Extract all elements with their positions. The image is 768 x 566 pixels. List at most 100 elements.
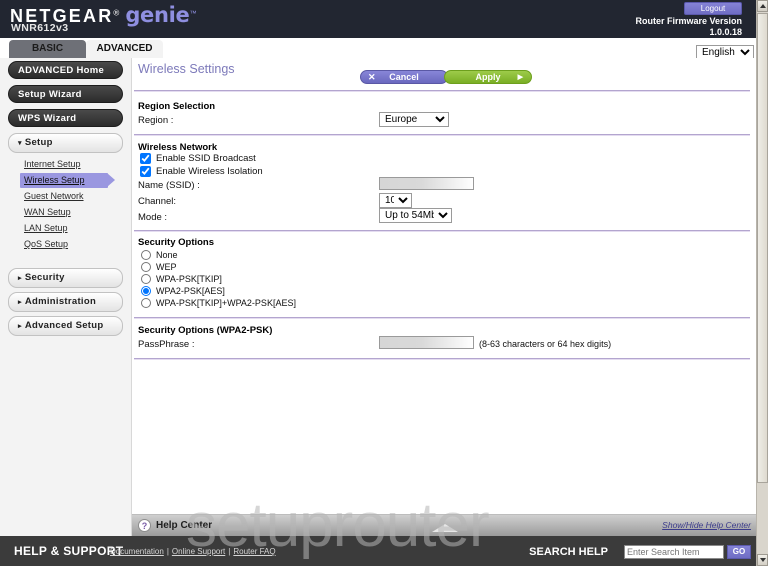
sidebar-item-lan-setup[interactable]: LAN Setup [20, 221, 131, 236]
passphrase-redaction [380, 337, 473, 348]
passphrase-section-heading: Security Options (WPA2-PSK) [138, 325, 273, 336]
sidebar-group-advanced-setup-label: Advanced Setup [24, 320, 104, 331]
sidebar-group-security[interactable]: ▸ Security [8, 268, 123, 288]
sidebar-item-internet-setup[interactable]: Internet Setup [20, 157, 131, 172]
security-option-wep-label: WEP [156, 262, 177, 272]
security-option-mixed-row[interactable]: WPA-PSK[TKIP]+WPA2-PSK[AES] [141, 298, 296, 308]
search-help-label: SEARCH HELP [529, 546, 608, 558]
passphrase-label: PassPhrase : [138, 339, 195, 350]
close-icon: ✕ [368, 72, 376, 82]
security-option-none-label: None [156, 250, 178, 260]
ssid-input[interactable] [379, 177, 474, 190]
ssid-broadcast-row[interactable]: Enable SSID Broadcast [140, 153, 256, 164]
divider-bottom [134, 358, 750, 360]
firmware-version-text: Router Firmware Version 1.0.0.18 [635, 16, 742, 38]
sidebar-item-setup-wizard[interactable]: Setup Wizard [8, 85, 123, 103]
sidebar-item-qos-setup[interactable]: QoS Setup [20, 237, 131, 252]
sidebar-item-wps-wizard[interactable]: WPS Wizard [8, 109, 123, 127]
link-router-faq[interactable]: Router FAQ [233, 547, 275, 556]
security-option-mixed-radio[interactable] [141, 298, 151, 308]
play-arrow-icon: ▶ [517, 74, 523, 81]
security-option-wep-row[interactable]: WEP [141, 262, 177, 272]
scrollbar-thumb[interactable] [757, 13, 768, 483]
chevron-right-icon: ▸ [18, 299, 22, 306]
sidebar-group-advanced-setup[interactable]: ▸ Advanced Setup [8, 316, 123, 336]
sidebar-navigation: ADVANCED Home Setup Wizard WPS Wizard ▾ S… [0, 58, 131, 536]
link-documentation[interactable]: Documentation [110, 547, 164, 556]
top-header-bar: NETGEAR® genie™ WNR612v3 Logout Router Fi… [0, 0, 756, 38]
triangle-up-icon [760, 4, 766, 8]
help-support-bar: HELP & SUPPORT Documentation | Online Supp… [0, 536, 756, 566]
main-tab-bar: BASIC ADVANCED [9, 40, 163, 58]
region-label: Region : [138, 115, 174, 126]
security-option-wpa2-psk-aes-row[interactable]: WPA2-PSK[AES] [141, 286, 225, 296]
passphrase-input[interactable] [379, 336, 474, 349]
page-body: ADVANCED Home Setup Wizard WPS Wizard ▾ S… [0, 58, 757, 536]
firmware-version-label: Router Firmware Version [635, 16, 742, 26]
help-center-bar: ? Help Center Show/Hide Help Center [132, 514, 757, 536]
region-select[interactable]: Europe [379, 112, 449, 127]
genie-wordmark: genie [125, 3, 190, 27]
sidebar-group-administration[interactable]: ▸ Administration [8, 292, 123, 312]
scroll-up-arrow-icon[interactable] [757, 0, 768, 12]
separator: | [228, 547, 231, 556]
sidebar-subnav-setup: Internet Setup Wireless Setup Guest Netw… [0, 157, 131, 252]
apply-button[interactable]: Apply ▶ [444, 70, 532, 84]
region-section-heading: Region Selection [138, 101, 216, 112]
channel-select[interactable]: 10 [379, 193, 412, 208]
help-center-label: Help Center [156, 520, 213, 531]
show-hide-help-center-link[interactable]: Show/Hide Help Center [662, 520, 751, 530]
tab-advanced[interactable]: ADVANCED [86, 40, 163, 58]
mode-select[interactable]: Up to 54Mbps [379, 208, 452, 223]
trademark-mark-icon: ™ [189, 10, 197, 18]
triangle-down-icon [760, 558, 766, 562]
enable-ssid-broadcast-checkbox[interactable] [140, 153, 151, 164]
page-scrollbar[interactable] [756, 0, 768, 566]
divider-after-wireless [134, 230, 750, 232]
security-option-wpa2-psk-aes-radio[interactable] [141, 286, 151, 296]
security-section-heading: Security Options [138, 237, 215, 248]
sidebar-group-setup[interactable]: ▾ Setup [8, 133, 123, 153]
ssid-label: Name (SSID) : [138, 180, 200, 191]
search-help-input[interactable] [624, 545, 724, 559]
firmware-version-number: 1.0.0.18 [709, 27, 742, 37]
enable-wireless-isolation-label: Enable Wireless Isolation [156, 166, 263, 177]
channel-label: Channel: [138, 196, 177, 207]
divider-after-region [134, 134, 750, 136]
security-option-none-row[interactable]: None [141, 250, 178, 260]
chevron-right-icon: ▸ [18, 323, 22, 330]
help-support-title: HELP & SUPPORT [14, 544, 124, 558]
passphrase-hint: (8-63 characters or 64 hex digits) [479, 339, 612, 349]
sidebar-item-advanced-home[interactable]: ADVANCED Home [8, 61, 123, 79]
sidebar-item-wireless-setup[interactable]: Wireless Setup [20, 173, 115, 188]
logout-button[interactable]: Logout [684, 2, 742, 15]
main-content-panel: Wireless Settings ✕ Cancel Apply ▶ Regio… [131, 58, 757, 536]
scroll-down-arrow-icon[interactable] [757, 554, 768, 566]
enable-wireless-isolation-checkbox[interactable] [140, 166, 151, 177]
search-go-button[interactable]: GO [727, 545, 751, 559]
cancel-button[interactable]: ✕ Cancel [360, 70, 448, 84]
form-action-row: ✕ Cancel Apply ▶ [132, 70, 756, 90]
sidebar-item-guest-network[interactable]: Guest Network [20, 189, 131, 204]
sidebar-item-wan-setup[interactable]: WAN Setup [20, 205, 131, 220]
security-option-wep-radio[interactable] [141, 262, 151, 272]
security-option-wpa2-psk-aes-label: WPA2-PSK[AES] [156, 286, 225, 296]
separator: | [166, 547, 169, 556]
divider-top [134, 90, 750, 92]
wireless-isolation-row[interactable]: Enable Wireless Isolation [140, 166, 263, 177]
cancel-button-label: Cancel [389, 72, 419, 82]
chevron-down-icon: ▾ [18, 140, 22, 147]
chevron-right-icon: ▸ [18, 275, 22, 282]
security-option-mixed-label: WPA-PSK[TKIP]+WPA2-PSK[AES] [156, 298, 296, 308]
enable-ssid-broadcast-label: Enable SSID Broadcast [156, 153, 256, 164]
apply-button-label: Apply [475, 72, 501, 82]
security-option-wpa-psk-tkip-radio[interactable] [141, 274, 151, 284]
link-online-support[interactable]: Online Support [172, 547, 225, 556]
tab-basic[interactable]: BASIC [9, 40, 86, 58]
chevron-up-icon[interactable] [432, 524, 458, 532]
ssid-redaction [380, 178, 473, 189]
security-option-none-radio[interactable] [141, 250, 151, 260]
security-option-wpa-psk-tkip-label: WPA-PSK[TKIP] [156, 274, 222, 284]
sidebar-group-setup-label: Setup [24, 137, 53, 148]
security-option-wpa-psk-tkip-row[interactable]: WPA-PSK[TKIP] [141, 274, 222, 284]
